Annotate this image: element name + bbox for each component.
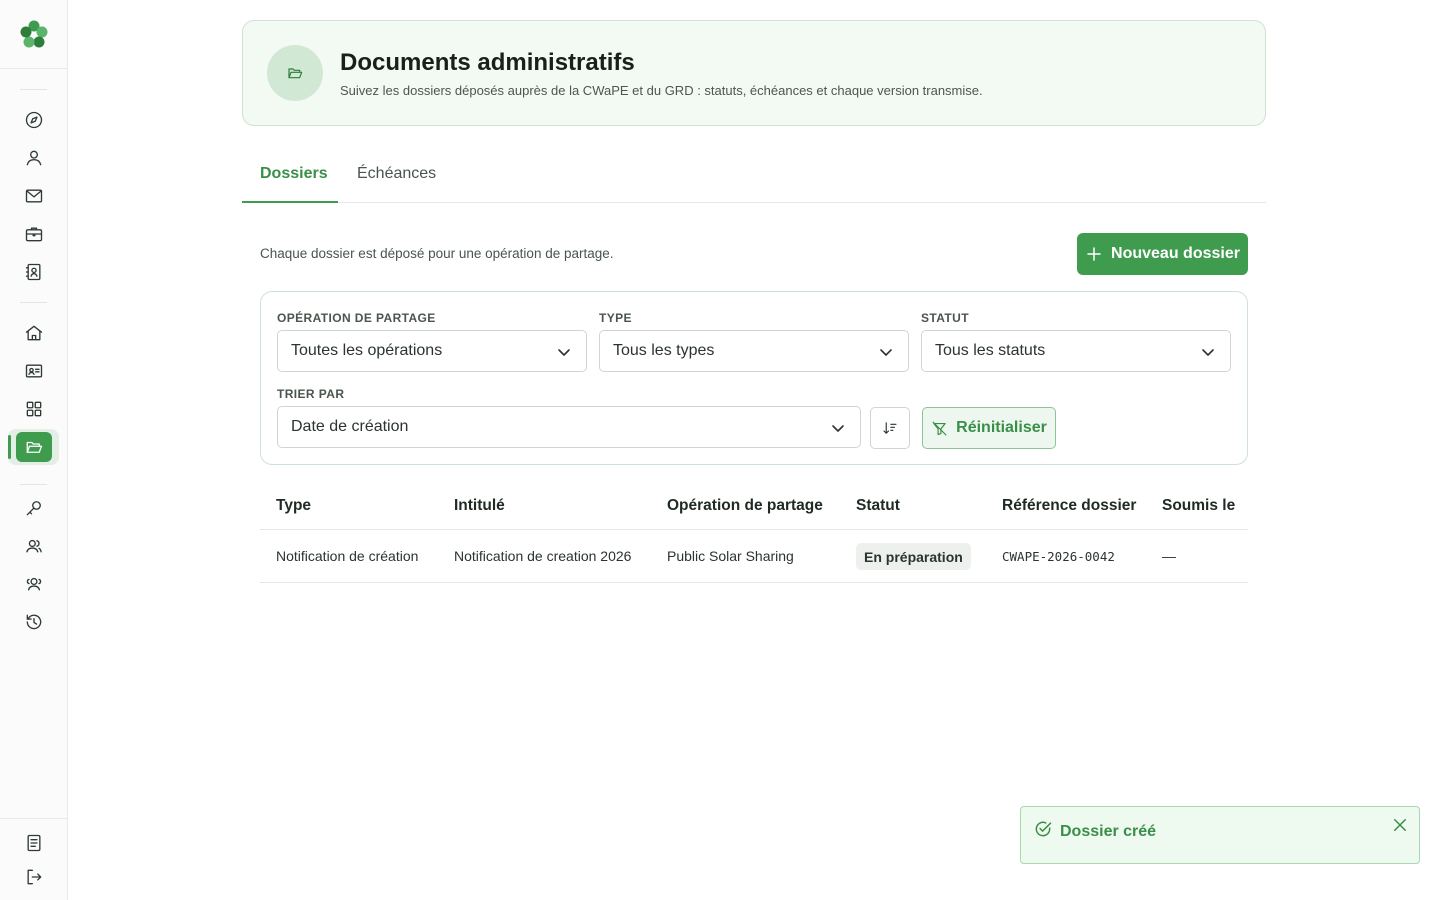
column-header[interactable]: Statut xyxy=(856,497,900,515)
sort-direction-button[interactable] xyxy=(870,407,910,449)
column-header[interactable]: Opération de partage xyxy=(667,497,823,515)
operation-select-value: Toutes les opérations xyxy=(291,342,443,359)
tab-label: Dossiers xyxy=(260,165,328,182)
home-icon[interactable] xyxy=(22,321,46,345)
intro-text: Chaque dossier est déposé pour une opéra… xyxy=(260,246,614,261)
cell-operation: Public Solar Sharing xyxy=(667,548,794,564)
user-icon[interactable] xyxy=(22,146,46,170)
operation-select[interactable]: Toutes les opérations xyxy=(277,330,587,372)
contacts-book-icon[interactable] xyxy=(22,260,46,284)
id-card-icon[interactable] xyxy=(22,359,46,383)
clover-logo[interactable] xyxy=(17,17,51,51)
column-header[interactable]: Soumis le xyxy=(1162,497,1235,515)
history-icon[interactable] xyxy=(22,610,46,634)
sort-select[interactable]: Date de création xyxy=(277,406,861,448)
reset-label: Réinitialiser xyxy=(956,419,1047,436)
document-icon[interactable] xyxy=(22,831,46,855)
compass-icon[interactable] xyxy=(22,108,46,132)
sidebar-divider xyxy=(0,68,67,69)
grid-icon[interactable] xyxy=(22,397,46,421)
cell-type: Notification de création xyxy=(276,548,419,564)
sort-label: TRIER PAR xyxy=(277,387,345,401)
type-select-value: Tous les types xyxy=(613,342,715,359)
folder-open-icon xyxy=(26,441,43,453)
column-header[interactable]: Référence dossier xyxy=(1002,497,1136,515)
cell-submitted: — xyxy=(1162,548,1176,564)
filter-off-icon xyxy=(932,421,947,435)
page-title: Documents administratifs xyxy=(340,49,635,76)
status-select-value: Tous les statuts xyxy=(935,342,1046,359)
status-select[interactable]: Tous les statuts xyxy=(921,330,1231,372)
check-circle-icon xyxy=(1033,819,1053,839)
tab-bar: Dossiers Échéances xyxy=(242,152,1266,203)
table-row[interactable]: Notification de création Notification de… xyxy=(260,530,1248,583)
tab-echeances[interactable]: Échéances xyxy=(357,152,436,203)
operation-filter-label: OPÉRATION DE PARTAGE xyxy=(277,311,436,325)
sidebar xyxy=(0,0,68,900)
briefcase-icon[interactable] xyxy=(22,222,46,246)
chevron-down-icon xyxy=(556,344,572,360)
logout-icon[interactable] xyxy=(22,865,46,889)
success-toast: Dossier créé xyxy=(1020,806,1420,864)
filters-panel: OPÉRATION DE PARTAGE Toutes les opératio… xyxy=(260,291,1248,465)
cell-reference: CWAPE-2026-0042 xyxy=(1002,549,1115,564)
status-badge: En préparation xyxy=(856,543,971,570)
close-icon[interactable] xyxy=(1391,816,1411,836)
type-select[interactable]: Tous les types xyxy=(599,330,909,372)
sidebar-separator xyxy=(20,484,47,485)
new-dossier-button[interactable]: Nouveau dossier xyxy=(1077,233,1248,275)
chevron-down-icon xyxy=(830,420,846,436)
folder-open-icon xyxy=(288,68,303,79)
team-icon[interactable] xyxy=(22,572,46,596)
column-header[interactable]: Type xyxy=(276,497,311,515)
toast-message: Dossier créé xyxy=(1060,823,1157,840)
sidebar-item-documents[interactable] xyxy=(16,432,52,462)
sort-select-value: Date de création xyxy=(291,418,409,435)
cell-title: Notification de creation 2026 xyxy=(454,548,632,564)
status-filter-label: STATUT xyxy=(921,311,969,325)
users-icon[interactable] xyxy=(22,534,46,558)
type-filter-label: TYPE xyxy=(599,311,632,325)
mail-icon[interactable] xyxy=(22,184,46,208)
chevron-down-icon xyxy=(1200,344,1216,360)
sidebar-separator xyxy=(20,89,47,90)
column-header[interactable]: Intitulé xyxy=(454,497,505,515)
header-icon-circle xyxy=(267,45,323,101)
sort-descending-icon xyxy=(883,422,897,435)
dossiers-table: Type Intitulé Opération de partage Statu… xyxy=(260,482,1248,583)
tab-label: Échéances xyxy=(357,165,437,182)
page-header: Documents administratifs Suivez les doss… xyxy=(242,20,1266,126)
sidebar-separator xyxy=(20,302,47,303)
chevron-down-icon xyxy=(878,344,894,360)
new-dossier-label: Nouveau dossier xyxy=(1111,245,1240,262)
reset-filters-button[interactable]: Réinitialiser xyxy=(922,407,1056,449)
plus-icon xyxy=(1087,247,1101,261)
sidebar-active-indicator xyxy=(8,435,11,459)
tab-dossiers[interactable]: Dossiers xyxy=(260,152,328,203)
page-subtitle: Suivez les dossiers déposés auprès de la… xyxy=(340,83,983,98)
active-tab-underline xyxy=(242,201,338,203)
table-header: Type Intitulé Opération de partage Statu… xyxy=(260,482,1248,530)
sidebar-divider xyxy=(0,818,67,819)
key-icon[interactable] xyxy=(22,496,46,520)
